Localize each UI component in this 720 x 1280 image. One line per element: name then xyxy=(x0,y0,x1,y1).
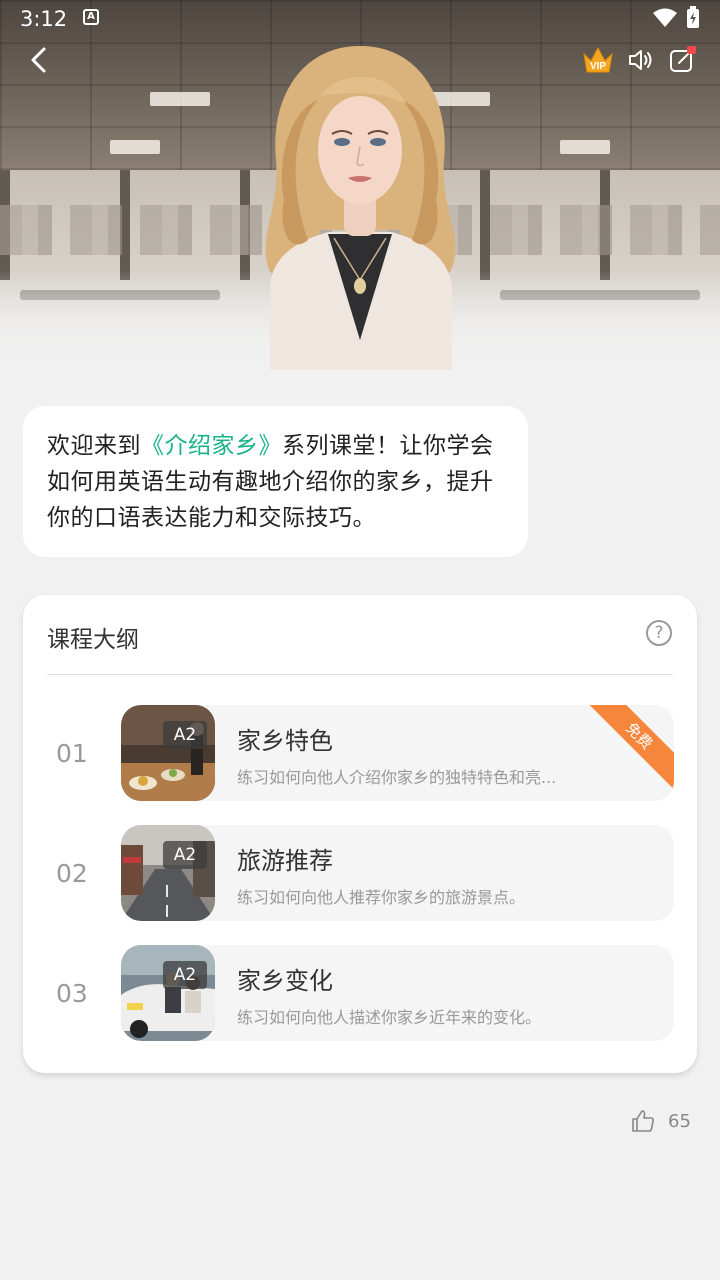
speaker-icon[interactable] xyxy=(626,44,656,76)
divider xyxy=(47,674,673,675)
lesson-thumbnail: A2 xyxy=(121,945,215,1041)
welcome-prefix: 欢迎来到 xyxy=(47,433,141,459)
lesson-number: 01 xyxy=(56,739,88,768)
lesson-thumbnail: A2 xyxy=(121,705,215,801)
sim-icon: A xyxy=(83,9,99,25)
thumbs-up-icon[interactable] xyxy=(631,1109,655,1133)
restaurant-image xyxy=(121,705,215,801)
lesson-title: 家乡变化 xyxy=(237,967,333,995)
lesson-item-2[interactable]: A2 旅游推荐 练习如何向他人推荐你家乡的旅游景点。 xyxy=(121,825,674,921)
vip-crown-icon[interactable]: VIP xyxy=(581,44,615,76)
welcome-text: 欢迎来到《介绍家乡》系列课堂！让你学会如何用英语生动有趣地介绍你的家乡，提升你的… xyxy=(47,428,504,536)
lesson-title: 家乡特色 xyxy=(237,727,333,755)
lesson-number: 02 xyxy=(56,859,88,888)
level-badge: A2 xyxy=(163,841,207,869)
lesson-title: 旅游推荐 xyxy=(237,847,333,875)
status-time: 3:12 xyxy=(20,7,68,31)
course-outline-card: 课程大纲 ? 01 A2 家乡特色 练习如何向他人介绍你家乡的独特特色和亮...… xyxy=(23,595,697,1073)
status-bar: 3:12 A xyxy=(0,0,720,36)
ceiling-light xyxy=(150,92,210,106)
lesson-description: 练习如何向他人推荐你家乡的旅游景点。 xyxy=(237,888,526,907)
lesson-number: 03 xyxy=(56,979,88,1008)
free-badge: 免费 xyxy=(583,705,674,792)
vip-label: VIP xyxy=(590,61,606,72)
battery-icon xyxy=(687,6,699,28)
lesson-item-1[interactable]: A2 家乡特色 练习如何向他人介绍你家乡的独特特色和亮... 免费 xyxy=(121,705,674,801)
level-badge: A2 xyxy=(163,721,207,749)
outline-title: 课程大纲 xyxy=(47,627,139,653)
ceiling-light xyxy=(110,140,160,154)
like-count: 65 xyxy=(668,1111,691,1132)
lesson-thumbnail: A2 xyxy=(121,825,215,921)
street-image xyxy=(121,825,215,921)
teacher-avatar xyxy=(265,46,456,370)
share-icon[interactable] xyxy=(666,44,698,76)
lesson-description: 练习如何向他人描述你家乡近年来的变化。 xyxy=(237,1008,542,1027)
level-badge: A2 xyxy=(163,961,207,989)
chevron-left-icon[interactable] xyxy=(24,44,56,76)
lesson-description: 练习如何向他人介绍你家乡的独特特色和亮... xyxy=(237,768,557,787)
help-icon[interactable]: ? xyxy=(646,620,672,646)
wifi-icon xyxy=(653,8,677,27)
lesson-item-3[interactable]: A2 家乡变化 练习如何向他人描述你家乡近年来的变化。 xyxy=(121,945,674,1041)
ceiling-light xyxy=(560,140,610,154)
course-title-highlight[interactable]: 《介绍家乡》 xyxy=(141,433,282,459)
welcome-message: 欢迎来到《介绍家乡》系列课堂！让你学会如何用英语生动有趣地介绍你的家乡，提升你的… xyxy=(23,406,528,557)
couple-car-image xyxy=(121,945,215,1041)
